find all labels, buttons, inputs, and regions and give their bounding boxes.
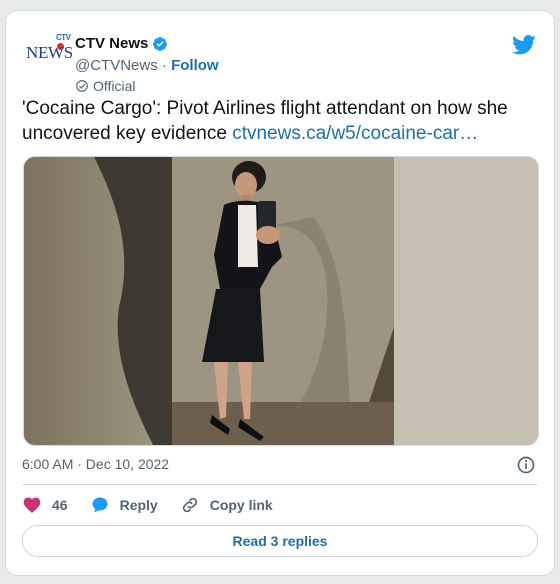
official-label: Official (93, 78, 136, 94)
link-icon (182, 497, 197, 513)
handle-separator: · (161, 57, 167, 74)
author-name[interactable]: CTV News (75, 35, 148, 52)
heart-icon (23, 497, 41, 513)
copy-link-label: Copy link (209, 497, 273, 513)
twitter-bird-icon[interactable] (512, 35, 536, 55)
tweet-card: CTV NEWS CTV News @CTVNews · Follow Offi… (5, 10, 555, 576)
official-label-row: Official (75, 78, 136, 94)
logo-news-text: NEWS (26, 43, 73, 62)
ctv-news-logo[interactable]: CTV NEWS (26, 33, 73, 67)
reply-label: Reply (119, 497, 158, 513)
tweet-timestamp[interactable]: 6:00 AM · Dec 10, 2022 (22, 456, 169, 472)
tweet-header: CTV NEWS CTV News @CTVNews · Follow Offi… (22, 21, 538, 94)
tweet-text: 'Cocaine Cargo': Pivot Airlines flight a… (22, 96, 542, 146)
read-replies-button[interactable]: Read 3 replies (22, 525, 538, 557)
like-button[interactable]: 46 (22, 495, 68, 515)
like-count: 46 (52, 497, 68, 513)
copy-link-button[interactable]: Copy link (180, 495, 273, 515)
info-icon[interactable] (516, 455, 536, 475)
actions-divider (22, 484, 538, 485)
reply-button[interactable]: Reply (90, 495, 158, 515)
author-name-row: CTV News (75, 35, 168, 52)
author-handle-row: @CTVNews · Follow (75, 57, 219, 74)
photo-image (24, 157, 538, 445)
verified-badge-icon (153, 36, 168, 51)
official-badge-icon (76, 80, 88, 92)
tweet-photo[interactable] (23, 156, 539, 446)
follow-button[interactable]: Follow (171, 57, 219, 74)
tweet-actions: 46 Reply Copy link (22, 495, 295, 515)
author-handle[interactable]: @CTVNews (75, 57, 158, 74)
reply-bubble-icon (92, 497, 108, 513)
tweet-link[interactable]: ctvnews.ca/w5/cocaine-car… (232, 123, 478, 144)
